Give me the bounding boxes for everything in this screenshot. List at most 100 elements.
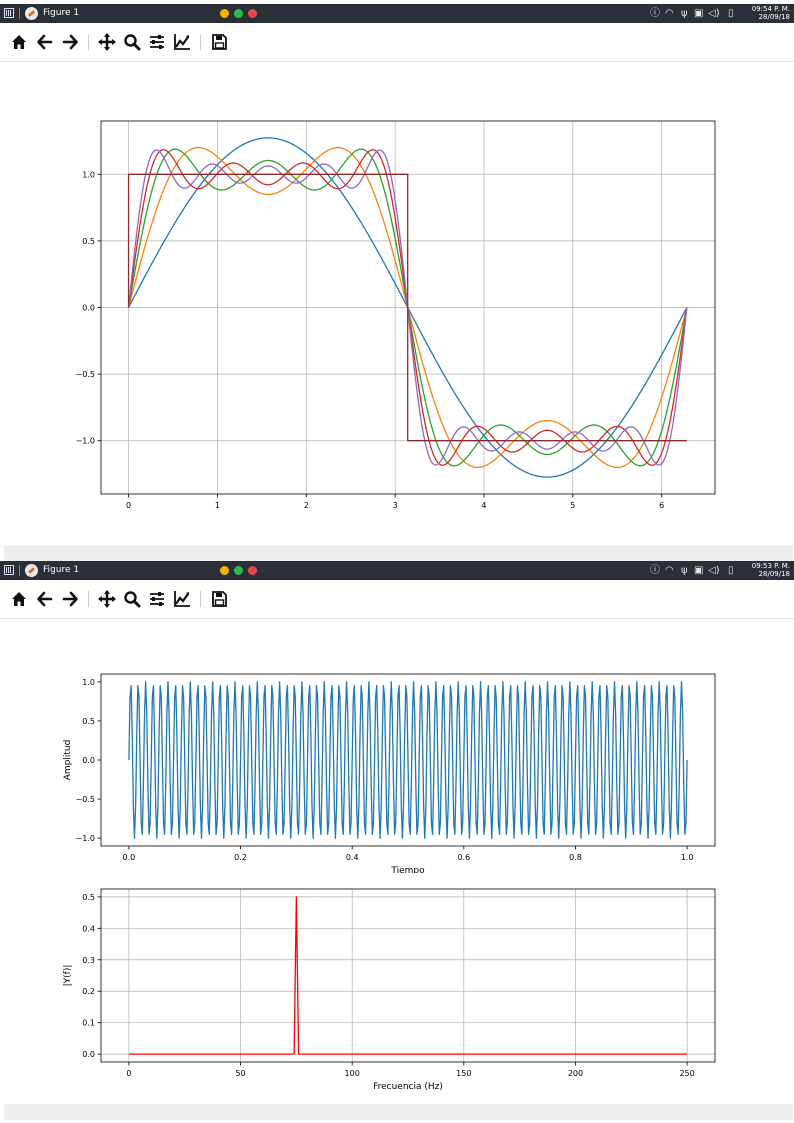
maximize-button[interactable] bbox=[234, 566, 243, 575]
y-tick-label: 0.0 bbox=[82, 304, 95, 313]
x-axis-label: Tiempo bbox=[390, 866, 425, 873]
clock[interactable]: 09:53 P. M. 28/09/18 bbox=[748, 562, 790, 578]
clock-date: 28/09/18 bbox=[758, 13, 790, 21]
title-bar: Figure 1 ⓘ ◠ ψ ▣ ◁) ▯ 09:53 P. M. 28/09/… bbox=[0, 561, 794, 580]
battery-icon[interactable]: ▯ bbox=[728, 565, 734, 576]
volume-icon[interactable]: ◁) bbox=[708, 8, 720, 19]
grid bbox=[101, 889, 715, 1062]
close-button[interactable] bbox=[248, 566, 257, 575]
window-title: Figure 1 bbox=[43, 565, 80, 575]
maximize-button[interactable] bbox=[234, 9, 243, 18]
wifi-icon[interactable]: ◠ bbox=[665, 565, 674, 576]
clock-date: 28/09/18 bbox=[758, 570, 790, 578]
x-ticks: 0 50 100 150 200 250 bbox=[126, 1062, 695, 1078]
app-menu-icon[interactable] bbox=[4, 565, 14, 575]
edit-axes-button[interactable] bbox=[172, 32, 192, 52]
x-axis-label: Frecuencia (Hz) bbox=[373, 1082, 443, 1092]
bottom-strip bbox=[4, 1104, 793, 1120]
clipboard-icon[interactable]: ▣ bbox=[694, 565, 703, 576]
zoom-button[interactable] bbox=[122, 32, 142, 52]
y-ticks: 1.0 0.5 0.0 −0.5 −1.0 bbox=[76, 678, 101, 843]
y-tick-label: 0.4 bbox=[82, 924, 95, 933]
x-tick-label: 4 bbox=[481, 501, 486, 510]
x-tick-label: 100 bbox=[345, 1069, 360, 1078]
edit-axes-button[interactable] bbox=[172, 589, 192, 609]
forward-button[interactable] bbox=[60, 589, 80, 609]
y-tick-label: 0.0 bbox=[82, 756, 95, 765]
x-tick-label: 0.2 bbox=[234, 853, 247, 862]
minimize-button[interactable] bbox=[220, 566, 229, 575]
x-tick-label: 0.8 bbox=[569, 853, 582, 862]
y-tick-label: 0.5 bbox=[82, 893, 95, 902]
y-ticks: 1.0 0.5 0.0 −0.5 −1.0 bbox=[76, 170, 101, 446]
usb-icon[interactable]: ψ bbox=[681, 8, 688, 19]
plot-frame bbox=[100, 888, 716, 1063]
pan-icon bbox=[98, 590, 116, 608]
window-gap bbox=[4, 545, 793, 561]
save-icon bbox=[212, 34, 227, 50]
y-tick-label: 0.0 bbox=[82, 1050, 95, 1059]
y-tick-label: 0.1 bbox=[82, 1019, 95, 1028]
home-button[interactable] bbox=[9, 32, 29, 52]
navigation-toolbar bbox=[0, 580, 794, 619]
close-button[interactable] bbox=[248, 9, 257, 18]
series-line-0 bbox=[128, 896, 688, 1055]
battery-icon[interactable]: ▯ bbox=[728, 8, 734, 19]
x-tick-label: 0 bbox=[126, 501, 131, 510]
minimize-button[interactable] bbox=[220, 9, 229, 18]
frequency-spectrum-chart: 0 50 100 150 200 250 0.5 0.4 0.3 0.2 0.1 0.0 Frecu… bbox=[63, 888, 716, 1092]
home-button[interactable] bbox=[9, 589, 29, 609]
info-icon[interactable]: ⓘ bbox=[650, 565, 660, 576]
y-tick-label: −0.5 bbox=[76, 370, 95, 379]
save-icon bbox=[212, 591, 227, 607]
back-button[interactable] bbox=[35, 589, 55, 609]
y-tick-label: −1.0 bbox=[76, 437, 95, 446]
back-arrow-icon bbox=[37, 591, 53, 607]
x-ticks: 0.0 0.2 0.4 0.6 0.8 1.0 bbox=[123, 846, 694, 862]
zoom-icon bbox=[124, 34, 141, 51]
y-tick-label: 0.5 bbox=[82, 717, 95, 726]
y-tick-label: 0.5 bbox=[82, 237, 95, 246]
info-icon[interactable]: ⓘ bbox=[650, 8, 660, 19]
usb-icon[interactable]: ψ bbox=[681, 565, 688, 576]
x-tick-label: 1.0 bbox=[681, 853, 694, 862]
toolbar-separator bbox=[88, 591, 89, 607]
y-tick-label: 1.0 bbox=[82, 678, 95, 687]
x-tick-label: 3 bbox=[393, 501, 398, 510]
forward-arrow-icon bbox=[62, 34, 78, 50]
configure-subplots-button[interactable] bbox=[147, 32, 167, 52]
app-menu-icon[interactable] bbox=[4, 8, 14, 18]
pan-icon bbox=[98, 33, 116, 51]
save-button[interactable] bbox=[209, 589, 229, 609]
x-tick-label: 5 bbox=[570, 501, 575, 510]
y-tick-label: 0.2 bbox=[82, 987, 95, 996]
home-icon bbox=[12, 592, 26, 606]
clock[interactable]: 09:54 P. M. 28/09/18 bbox=[748, 5, 790, 21]
save-button[interactable] bbox=[209, 32, 229, 52]
series-lines bbox=[128, 896, 688, 1055]
configure-subplots-button[interactable] bbox=[147, 589, 167, 609]
clock-time: 09:54 P. M. bbox=[751, 5, 790, 13]
pan-button[interactable] bbox=[97, 589, 117, 609]
forward-button[interactable] bbox=[60, 32, 80, 52]
time-signal-chart: 0.0 0.2 0.4 0.6 0.8 1.0 1.0 0.5 0.0 −0.5 −1.0 Tie… bbox=[63, 673, 716, 873]
wifi-icon[interactable]: ◠ bbox=[665, 8, 674, 19]
series-lines bbox=[128, 681, 688, 839]
volume-icon[interactable]: ◁) bbox=[708, 565, 720, 576]
system-tray: ⓘ ◠ ψ ▣ ◁) ▯ 09:54 P. M. 28/09/18 bbox=[650, 4, 790, 23]
x-tick-label: 0.0 bbox=[123, 853, 136, 862]
x-tick-label: 0.6 bbox=[457, 853, 470, 862]
toolbar-separator bbox=[200, 591, 201, 607]
system-tray: ⓘ ◠ ψ ▣ ◁) ▯ 09:53 P. M. 28/09/18 bbox=[650, 561, 790, 580]
zoom-button[interactable] bbox=[122, 589, 142, 609]
back-button[interactable] bbox=[35, 32, 55, 52]
clock-time: 09:53 P. M. bbox=[751, 562, 790, 570]
pan-button[interactable] bbox=[97, 32, 117, 52]
edit-axes-icon bbox=[174, 34, 190, 50]
toolbar-separator bbox=[88, 34, 89, 50]
x-tick-label: 150 bbox=[456, 1069, 471, 1078]
fourier-series-chart: 0 1 2 3 4 5 6 1.0 0.5 0.0 −0.5 −1.0 bbox=[76, 120, 716, 510]
clipboard-icon[interactable]: ▣ bbox=[694, 8, 703, 19]
x-tick-label: 50 bbox=[235, 1069, 245, 1078]
subplots-configure-icon bbox=[150, 592, 164, 606]
